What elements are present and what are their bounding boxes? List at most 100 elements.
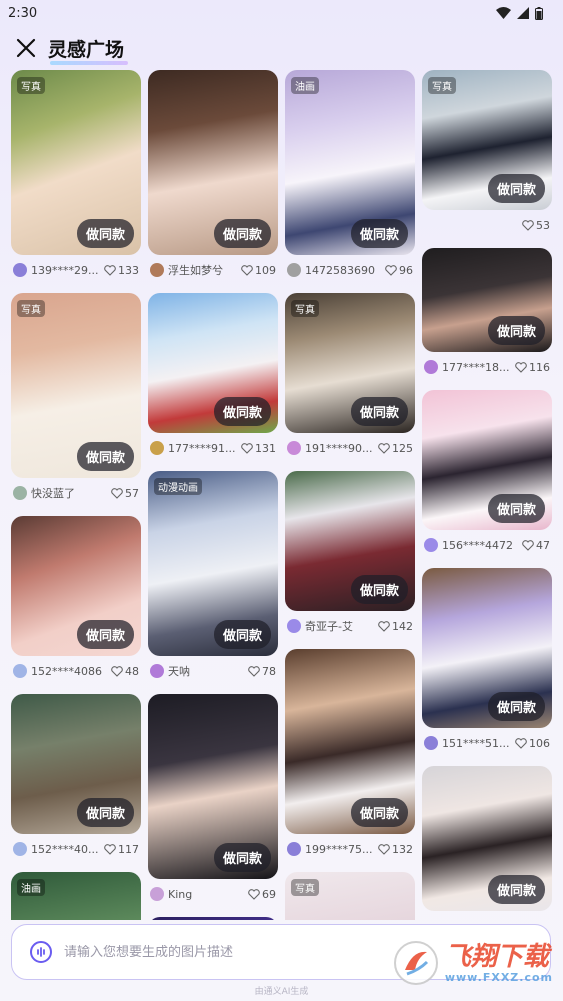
card-image[interactable]: 写真做同款 (285, 872, 415, 920)
heart-icon (241, 264, 253, 276)
like-count[interactable]: 116 (515, 361, 550, 374)
card-image[interactable]: 做同款 (148, 293, 278, 433)
like-count[interactable]: 106 (515, 737, 550, 750)
card-meta: King 69 (148, 879, 278, 909)
card-image[interactable]: 做同款 (422, 568, 552, 728)
voice-icon[interactable] (30, 941, 52, 963)
card-image[interactable]: 写真做同款 (11, 70, 141, 255)
inspiration-card[interactable]: 写真 做同款 139****29... 133 (11, 70, 141, 285)
avatar (287, 441, 301, 455)
like-count[interactable]: 48 (111, 665, 139, 678)
make-same-button[interactable]: 做同款 (76, 442, 134, 471)
card-image[interactable]: 做同款 (11, 694, 141, 834)
card-image[interactable]: 做同款 (285, 471, 415, 611)
like-count[interactable]: 131 (241, 442, 276, 455)
inspiration-grid[interactable]: 写真 做同款 139****29... 133 写真 做同款 快没蓝了 57 做同款 152***… (0, 70, 563, 920)
card-image[interactable]: 做同款 (422, 248, 552, 352)
inspiration-card[interactable]: 做同款 152****40... 117 (11, 694, 141, 864)
make-same-button[interactable]: 做同款 (213, 219, 271, 248)
heart-icon (241, 442, 253, 454)
prompt-input[interactable] (64, 944, 384, 960)
close-button[interactable] (14, 36, 38, 60)
like-count[interactable]: 117 (104, 843, 139, 856)
make-same-button[interactable]: 做同款 (76, 219, 134, 248)
inspiration-card[interactable]: 做同款 151****51... 106 (422, 568, 552, 758)
like-count[interactable]: 47 (522, 539, 550, 552)
avatar (150, 664, 164, 678)
avatar (13, 664, 27, 678)
make-same-button[interactable]: 做同款 (487, 316, 545, 345)
like-count[interactable]: 69 (248, 888, 276, 901)
card-image[interactable]: 做同款 (285, 649, 415, 834)
card-image[interactable]: 做同款 (422, 390, 552, 530)
card-meta: 139****29... 133 (11, 255, 141, 285)
inspiration-card[interactable]: 做同款 King 69 (148, 694, 278, 909)
heart-icon (385, 264, 397, 276)
inspiration-card[interactable]: 动漫动画 做同款 天呐 78 (148, 471, 278, 686)
inspiration-card[interactable]: 做同款 (148, 917, 278, 920)
inspiration-card[interactable]: 做同款 156****4472 47 (422, 390, 552, 560)
like-count[interactable]: 132 (378, 843, 413, 856)
make-same-button[interactable]: 做同款 (213, 620, 271, 649)
card-meta: 177****91... 131 (148, 433, 278, 463)
make-same-button[interactable]: 做同款 (213, 843, 271, 872)
card-image[interactable]: 做同款 (422, 766, 552, 911)
heart-icon (111, 665, 123, 677)
battery-icon (535, 6, 543, 20)
make-same-button[interactable]: 做同款 (487, 174, 545, 203)
make-same-button[interactable]: 做同款 (487, 875, 545, 904)
like-count[interactable]: 78 (248, 665, 276, 678)
like-count[interactable]: 53 (522, 219, 550, 232)
avatar (150, 887, 164, 901)
make-same-button[interactable]: 做同款 (487, 494, 545, 523)
like-count-value: 69 (262, 887, 276, 901)
avatar (13, 263, 27, 277)
card-image[interactable]: 写真做同款 (11, 293, 141, 478)
inspiration-card[interactable]: 做同款奇亚子-艾 142 (285, 471, 415, 641)
inspiration-card[interactable]: 做同款 177****18... 116 (422, 248, 552, 382)
inspiration-card[interactable]: 写真 做同款 53 (422, 70, 552, 240)
make-same-button[interactable]: 做同款 (487, 692, 545, 721)
like-count[interactable]: 57 (111, 487, 139, 500)
category-tag: 写真 (291, 300, 319, 317)
inspiration-card[interactable]: 油画 做同款 1472583690 96 (285, 70, 415, 285)
like-count[interactable]: 133 (104, 264, 139, 277)
card-meta: 53 (422, 210, 552, 240)
card-image[interactable]: 油画做同款 (11, 872, 141, 920)
inspiration-card[interactable]: 写真做同款 (285, 872, 415, 920)
status-icons (496, 6, 543, 20)
card-image[interactable]: 做同款 (148, 70, 278, 255)
username: 奇亚子-艾 (305, 620, 353, 633)
card-image[interactable]: 油画做同款 (285, 70, 415, 255)
make-same-button[interactable]: 做同款 (350, 219, 408, 248)
make-same-button[interactable]: 做同款 (213, 397, 271, 426)
inspiration-card[interactable]: 写真 做同款 191****90... 125 (285, 293, 415, 463)
username: 199****75... (305, 842, 373, 856)
card-image[interactable]: 动漫动画 做同款 (148, 471, 278, 656)
category-tag: 写真 (291, 879, 319, 896)
card-image[interactable]: 写真做同款 (285, 293, 415, 433)
make-same-button[interactable]: 做同款 (350, 798, 408, 827)
grid-column: 写真 做同款 53 做同款 177****18... 116 做同款 156****4472 4… (422, 70, 552, 919)
card-image[interactable]: 写真做同款 (422, 70, 552, 210)
inspiration-card[interactable]: 做同款 浮生如梦兮 109 (148, 70, 278, 285)
card-image[interactable]: 做同款 (148, 694, 278, 879)
inspiration-card[interactable]: 做同款 152****4086 48 (11, 516, 141, 686)
inspiration-card[interactable]: 做同款 199****75... 132 (285, 649, 415, 864)
make-same-button[interactable]: 做同款 (76, 798, 134, 827)
inspiration-card[interactable]: 做同款 (422, 766, 552, 911)
like-count[interactable]: 109 (241, 264, 276, 277)
card-image[interactable]: 做同款 (148, 917, 278, 920)
make-same-button[interactable]: 做同款 (350, 397, 408, 426)
status-time: 2:30 (8, 5, 38, 21)
inspiration-card[interactable]: 写真 做同款 快没蓝了 57 (11, 293, 141, 508)
like-count[interactable]: 96 (385, 264, 413, 277)
like-count-value: 117 (118, 842, 139, 856)
like-count[interactable]: 125 (378, 442, 413, 455)
inspiration-card[interactable]: 油画做同款 (11, 872, 141, 920)
like-count[interactable]: 142 (378, 620, 413, 633)
inspiration-card[interactable]: 做同款 177****91... 131 (148, 293, 278, 463)
make-same-button[interactable]: 做同款 (76, 620, 134, 649)
make-same-button[interactable]: 做同款 (350, 575, 408, 604)
card-image[interactable]: 做同款 (11, 516, 141, 656)
